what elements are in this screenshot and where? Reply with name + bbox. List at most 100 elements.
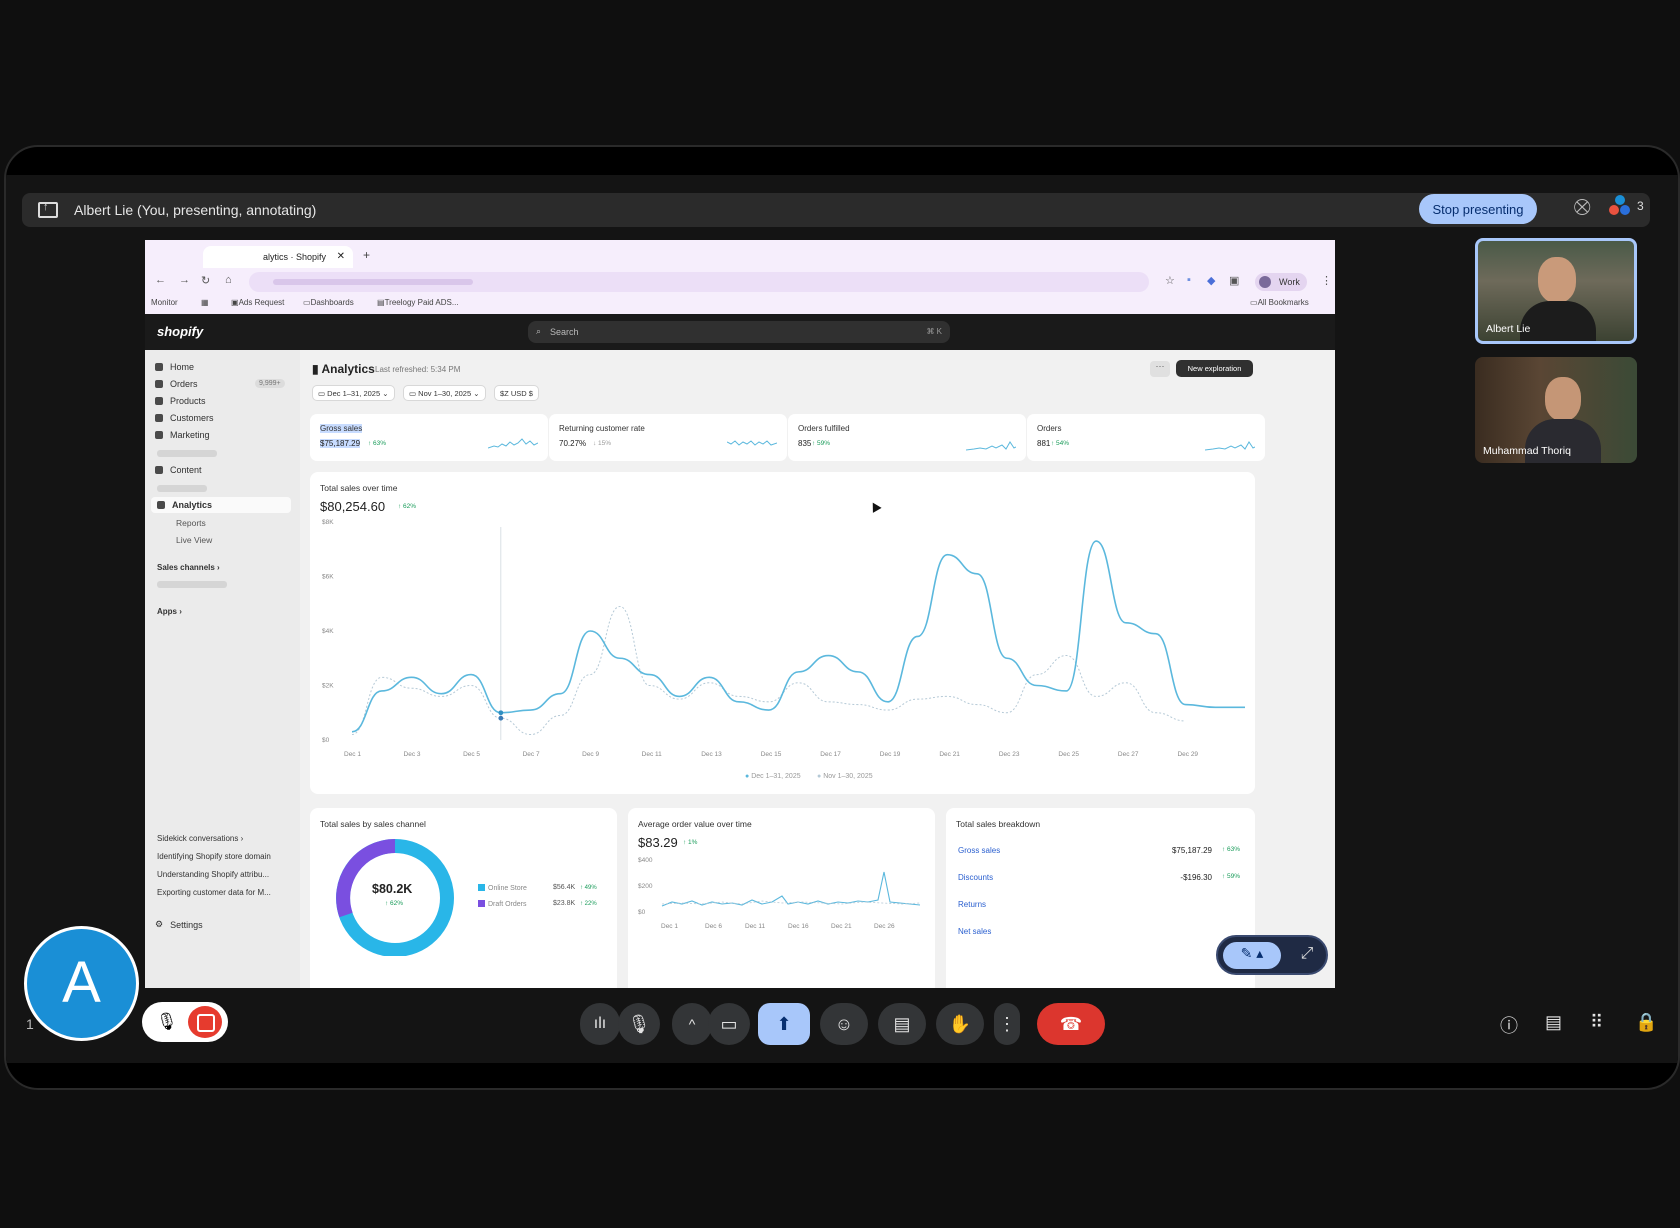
- sidebar-item-reports[interactable]: Reports: [176, 518, 206, 528]
- more-options-button[interactable]: ⋮: [994, 1003, 1020, 1045]
- channel-legend-draft-orders: Draft Orders: [478, 900, 527, 908]
- sidekick-conversation[interactable]: Understanding Shopify attribu...: [157, 870, 269, 879]
- sidekick-conversation[interactable]: Exporting customer data for M...: [157, 888, 271, 897]
- sidebar-item-products[interactable]: Products: [155, 396, 206, 406]
- tab-title: alytics · Shopify: [263, 252, 327, 262]
- date-range-filter[interactable]: ▭ Dec 1–31, 2025 ⌄: [312, 385, 395, 401]
- sidebar-item-content[interactable]: Content: [155, 465, 202, 475]
- captions-button[interactable]: ▤: [878, 1003, 926, 1045]
- sidebar-item-analytics[interactable]: Analytics: [151, 497, 291, 513]
- stop-recording-icon[interactable]: [188, 1006, 222, 1038]
- reload-icon[interactable]: ↻: [201, 274, 210, 287]
- sidebar-item-settings[interactable]: ⚙ Settings: [155, 919, 203, 930]
- channel-legend-online-store: Online Store: [478, 884, 527, 892]
- browser-tab[interactable]: alytics · Shopify ✕: [203, 246, 353, 268]
- reactions-button[interactable]: ☺: [820, 1003, 868, 1045]
- sales-channel-panel: Total sales by sales channel $80.2K ↑ 62…: [310, 808, 617, 988]
- sidebar-item-redacted[interactable]: [157, 485, 207, 492]
- raise-hand-button[interactable]: ✋: [936, 1003, 984, 1045]
- audio-levels-button[interactable]: ılı: [580, 1003, 620, 1045]
- sidekick-heading[interactable]: Sidekick conversations ›: [157, 834, 243, 843]
- apps-grid-icon[interactable]: ▦: [201, 298, 209, 307]
- sidebar-item-live-view[interactable]: Live View: [176, 535, 212, 545]
- stop-presenting-button[interactable]: Stop presenting: [1419, 194, 1537, 224]
- breakdown-change: ↑ 59%: [1221, 873, 1240, 880]
- present-screen-button[interactable]: ⬆: [758, 1003, 810, 1045]
- camera-options-button[interactable]: ^: [672, 1003, 712, 1045]
- sidebar-item-orders[interactable]: Orders: [155, 379, 198, 389]
- participant-name: Albert Lie: [1486, 323, 1531, 335]
- back-icon[interactable]: ←: [155, 274, 166, 286]
- sales-channel-redacted[interactable]: [157, 581, 227, 588]
- microphone-button[interactable]: 🎙: [618, 1003, 660, 1045]
- sidekick-conversation[interactable]: Identifying Shopify store domain: [157, 852, 271, 861]
- x-tick-label: Dec 5: [463, 751, 480, 758]
- breakdown-row-returns[interactable]: Returns: [958, 900, 1240, 909]
- channel-change: ↑ 49%: [580, 885, 597, 891]
- kpi-value: 70.27%: [559, 439, 587, 448]
- bookmark-item[interactable]: ▤ Treelogy Paid ADS...: [377, 298, 459, 307]
- expand-icon[interactable]: ⤢: [1293, 942, 1321, 969]
- annotate-pen-icon[interactable]: ✎ ▴: [1223, 942, 1281, 969]
- leave-call-button[interactable]: ☎: [1037, 1003, 1105, 1045]
- kpi-card-returning-rate[interactable]: Returning customer rate 70.27% ↓ 15%: [549, 414, 787, 461]
- bookmark-item[interactable]: Monitor: [151, 298, 178, 307]
- compare-range-filter[interactable]: ▭ Nov 1–30, 2025 ⌄: [403, 385, 486, 401]
- address-bar[interactable]: [249, 272, 1149, 292]
- search-input[interactable]: ⌕ Search ⌘ K: [528, 321, 950, 343]
- more-actions-button[interactable]: ···: [1150, 361, 1170, 377]
- breakdown-row-discounts[interactable]: Discounts -$196.30 ↑ 59%: [958, 873, 1240, 882]
- page-title: ▮ Analytics: [312, 362, 375, 376]
- x-tick-label: Dec 9: [582, 751, 599, 758]
- participant-tile-albert[interactable]: Albert Lie: [1475, 238, 1637, 344]
- host-controls-icon[interactable]: 🔒: [1635, 1012, 1657, 1033]
- microphone-icon[interactable]: 🎙: [156, 1012, 178, 1032]
- meeting-info-icon[interactable]: ⓘ: [1500, 1012, 1518, 1038]
- chat-icon[interactable]: ▤: [1545, 1012, 1562, 1033]
- x-tick-label: Dec 7: [523, 751, 540, 758]
- kpi-card-orders[interactable]: Orders 881 ↑ 54%: [1027, 414, 1265, 461]
- kpi-card-orders-fulfilled[interactable]: Orders fulfilled 835 ↑ 59%: [788, 414, 1026, 461]
- home-icon[interactable]: ⌂: [225, 274, 232, 286]
- participants-indicator[interactable]: 3: [1609, 195, 1644, 217]
- extension-icon-2[interactable]: ◆: [1207, 274, 1215, 287]
- new-exploration-button[interactable]: New exploration: [1176, 360, 1253, 377]
- sales-channel-donut[interactable]: [330, 836, 460, 956]
- sidebar-item-marketing[interactable]: Marketing: [155, 430, 210, 440]
- sidebar-item-home[interactable]: Home: [155, 362, 194, 372]
- extension-icon[interactable]: ▪: [1187, 274, 1191, 286]
- sidebar-item-customers[interactable]: Customers: [155, 413, 214, 423]
- currency-filter[interactable]: $Z USD $: [494, 385, 539, 401]
- browser-menu-icon[interactable]: ⋮: [1321, 274, 1332, 287]
- bookmark-star-icon[interactable]: ☆: [1165, 274, 1175, 287]
- sidebar-item-redacted[interactable]: [157, 450, 217, 457]
- all-bookmarks[interactable]: ▭ All Bookmarks: [1250, 298, 1309, 307]
- x-tick-label: Dec 19: [880, 751, 901, 758]
- sales-channels-heading[interactable]: Sales channels ›: [157, 563, 220, 572]
- breakdown-row-net-sales[interactable]: Net sales: [958, 927, 1240, 936]
- donut-center-value: $80.2K: [372, 882, 413, 896]
- breakdown-row-gross-sales[interactable]: Gross sales $75,187.29 ↑ 63%: [958, 846, 1240, 855]
- sidebar-label: Content: [170, 465, 202, 475]
- filter-label: Dec 1–31, 2025: [327, 389, 381, 398]
- total-sales-chart[interactable]: $8K $6K $4K $2K $0 Dec 1 Dec 3 Dec 5 Dec 7 Dec 9 D…: [310, 472, 1255, 794]
- search-placeholder: Search: [550, 327, 579, 337]
- activities-icon[interactable]: ⠿: [1590, 1012, 1603, 1033]
- forward-icon[interactable]: →: [179, 274, 190, 286]
- camera-button[interactable]: ▭: [708, 1003, 750, 1045]
- participant-tile-thoriq[interactable]: Muhammad Thoriq: [1475, 357, 1637, 463]
- kpi-sparkline: [727, 440, 777, 446]
- apps-heading[interactable]: Apps ›: [157, 607, 182, 616]
- close-tab-icon[interactable]: ✕: [337, 251, 345, 262]
- profile-chip[interactable]: Work: [1255, 273, 1307, 291]
- x-tick-label: Dec 13: [701, 751, 722, 758]
- kpi-card-gross-sales[interactable]: Gross sales $75,187.29 ↑ 63%: [310, 414, 548, 461]
- aov-chart[interactable]: $400 $200 $0 Dec 1 Dec 6 Dec 11 Dec 16 D…: [628, 852, 935, 982]
- extensions-puzzle-icon[interactable]: ▣: [1229, 274, 1239, 287]
- content-icon: [155, 466, 163, 474]
- new-tab-icon[interactable]: +: [363, 248, 370, 262]
- bookmark-item[interactable]: ▣ Ads Request: [231, 298, 284, 307]
- bookmark-folder[interactable]: ▭ Dashboards: [303, 298, 354, 307]
- shopify-logo[interactable]: shopify: [157, 324, 203, 339]
- hide-self-icon[interactable]: ⛒: [1574, 199, 1590, 217]
